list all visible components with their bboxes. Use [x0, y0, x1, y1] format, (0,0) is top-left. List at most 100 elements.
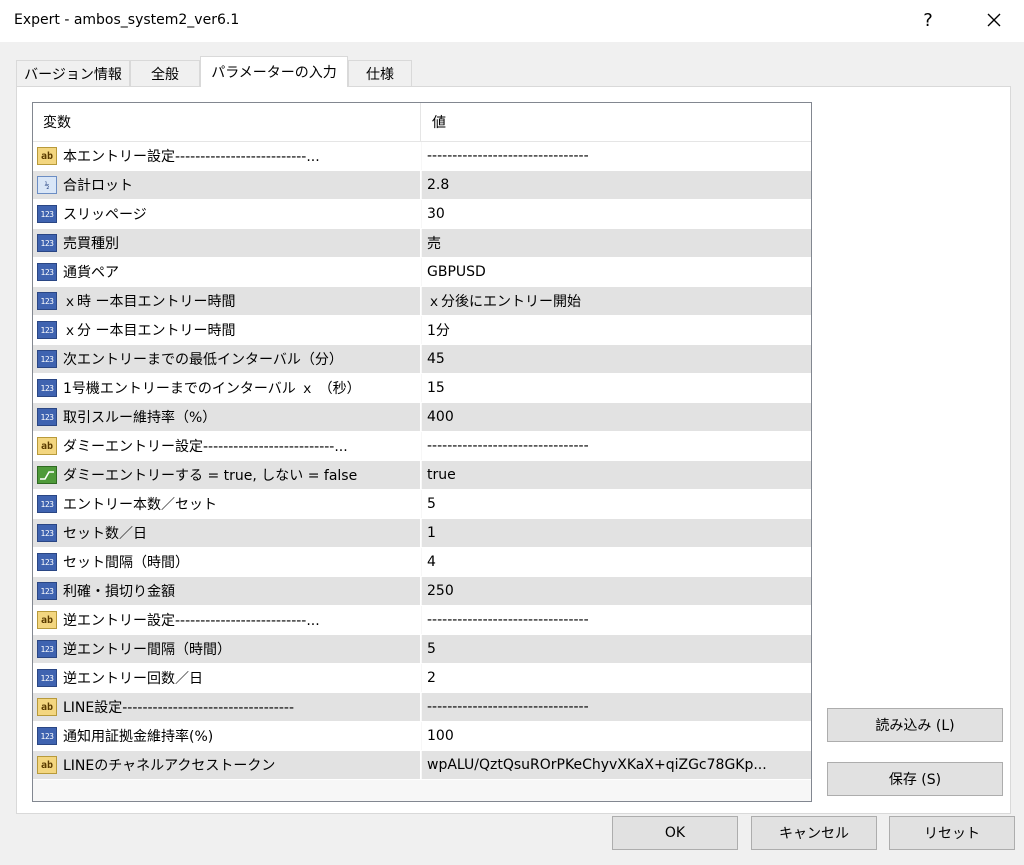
table-row[interactable]: 123 逆エントリー間隔（時間） 5: [33, 635, 811, 664]
close-icon: [987, 13, 1001, 27]
variable-name: 逆エントリー回数／日: [63, 671, 203, 687]
close-button[interactable]: [972, 4, 1016, 36]
variable-cell: 123 セット数／日: [33, 519, 421, 547]
variable-name: スリッページ: [63, 207, 147, 223]
integer-type-icon: 123: [37, 582, 57, 600]
tab-version-info[interactable]: バージョン情報: [16, 60, 130, 86]
variable-cell: ab 逆エントリー設定--------------------------...: [33, 606, 421, 634]
variable-name: 利確・損切り金額: [63, 584, 175, 600]
table-row[interactable]: ダミーエントリーする = true, しない = false true: [33, 461, 811, 490]
value-cell[interactable]: 30: [422, 200, 811, 228]
variable-cell: 123 スリッページ: [33, 200, 421, 228]
value-cell[interactable]: 100: [422, 722, 811, 750]
value-cell[interactable]: --------------------------------: [422, 432, 811, 460]
tab-specification[interactable]: 仕様: [348, 60, 412, 86]
boolean-type-icon: [37, 466, 57, 484]
value-cell[interactable]: --------------------------------: [422, 606, 811, 634]
variable-name: セット間隔（時間）: [63, 555, 189, 571]
value-cell[interactable]: --------------------------------: [422, 693, 811, 721]
variable-cell: 123 通知用証拠金維持率(%): [33, 722, 421, 750]
value-cell[interactable]: 1分: [422, 316, 811, 344]
variable-name: ｘ分 ー本目エントリー時間: [63, 323, 236, 339]
table-row[interactable]: 123 エントリー本数／セット 5: [33, 490, 811, 519]
table-row[interactable]: 123 通貨ペア GBPUSD: [33, 258, 811, 287]
table-row[interactable]: 123 スリッページ 30: [33, 200, 811, 229]
table-row[interactable]: 123 セット数／日 1: [33, 519, 811, 548]
variable-cell: ab LINEのチャネルアクセストークン: [33, 751, 421, 779]
double-type-icon: ½: [37, 176, 57, 194]
save-button[interactable]: 保存 (S): [827, 762, 1003, 796]
integer-type-icon: 123: [37, 379, 57, 397]
variable-name: 売買種別: [63, 236, 119, 252]
table-row[interactable]: 123 次エントリーまでの最低インターバル（分） 45: [33, 345, 811, 374]
value-cell[interactable]: 売: [422, 229, 811, 257]
table-row[interactable]: ab LINEのチャネルアクセストークン wpALU/QztQsuROrPKeChy…: [33, 751, 811, 780]
value-cell[interactable]: 5: [422, 635, 811, 663]
variable-cell: 123 1号機エントリーまでのインターバル ｘ （秒）: [33, 374, 421, 402]
variable-name: 逆エントリー設定--------------------------...: [63, 613, 320, 629]
integer-type-icon: 123: [37, 234, 57, 252]
window-title: Expert - ambos_system2_ver6.1: [14, 12, 240, 28]
grid-header: 変数 値: [33, 103, 811, 142]
reset-button[interactable]: リセット: [889, 816, 1015, 850]
parameter-grid[interactable]: 変数 値 ab 本エントリー設定-------------------------…: [32, 102, 812, 802]
value-cell[interactable]: GBPUSD: [422, 258, 811, 286]
value-cell[interactable]: --------------------------------: [422, 142, 811, 170]
variable-cell: 123 通貨ペア: [33, 258, 421, 286]
cancel-button[interactable]: キャンセル: [751, 816, 877, 850]
ok-button[interactable]: OK: [612, 816, 738, 850]
table-row[interactable]: ab 逆エントリー設定--------------------------... -…: [33, 606, 811, 635]
table-row[interactable]: 123 売買種別 売: [33, 229, 811, 258]
value-cell[interactable]: 15: [422, 374, 811, 402]
value-cell[interactable]: 400: [422, 403, 811, 431]
value-cell[interactable]: 1: [422, 519, 811, 547]
table-row[interactable]: 123 ｘ分 ー本目エントリー時間 1分: [33, 316, 811, 345]
variable-name: 合計ロット: [63, 178, 133, 194]
column-header-value[interactable]: 値: [422, 103, 811, 141]
string-type-icon: ab: [37, 147, 57, 165]
table-row[interactable]: 123 1号機エントリーまでのインターバル ｘ （秒） 15: [33, 374, 811, 403]
variable-cell: ab LINE設定--------------------------------…: [33, 693, 421, 721]
integer-type-icon: 123: [37, 553, 57, 571]
table-row[interactable]: 123 ｘ時 ー本目エントリー時間 ｘ分後にエントリー開始: [33, 287, 811, 316]
variable-cell: 123 逆エントリー回数／日: [33, 664, 421, 692]
variable-name: 通知用証拠金維持率(%): [63, 729, 214, 745]
value-cell[interactable]: 5: [422, 490, 811, 518]
variable-cell: ab ダミーエントリー設定--------------------------..…: [33, 432, 421, 460]
column-header-variable[interactable]: 変数: [33, 103, 421, 141]
table-row[interactable]: 123 利確・損切り金額 250: [33, 577, 811, 606]
tab-general[interactable]: 全般: [130, 60, 200, 86]
table-row[interactable]: 123 取引スルー維持率（%） 400: [33, 403, 811, 432]
integer-type-icon: 123: [37, 669, 57, 687]
variable-cell: 123 売買種別: [33, 229, 421, 257]
load-button[interactable]: 読み込み (L): [827, 708, 1003, 742]
help-button[interactable]: ?: [908, 4, 948, 36]
table-row[interactable]: 123 セット間隔（時間） 4: [33, 548, 811, 577]
value-cell[interactable]: true: [422, 461, 811, 489]
value-cell[interactable]: ｘ分後にエントリー開始: [422, 287, 811, 315]
integer-type-icon: 123: [37, 640, 57, 658]
variable-name: 逆エントリー間隔（時間）: [63, 642, 231, 658]
variable-name: 1号機エントリーまでのインターバル ｘ （秒）: [63, 381, 361, 397]
value-cell[interactable]: 2.8: [422, 171, 811, 199]
variable-name: ダミーエントリーする = true, しない = false: [63, 468, 358, 484]
table-row[interactable]: ab ダミーエントリー設定--------------------------..…: [33, 432, 811, 461]
table-row[interactable]: ab LINE設定--------------------------------…: [33, 693, 811, 722]
value-cell[interactable]: wpALU/QztQsuROrPKeChyvXKaX+qiZGc78GKp...: [422, 751, 811, 779]
table-row[interactable]: 123 通知用証拠金維持率(%) 100: [33, 722, 811, 751]
variable-name: LINE設定----------------------------------: [63, 700, 295, 716]
table-row[interactable]: ab 本エントリー設定--------------------------... -…: [33, 142, 811, 171]
variable-cell: 123 利確・損切り金額: [33, 577, 421, 605]
table-row[interactable]: 123 逆エントリー回数／日 2: [33, 664, 811, 693]
value-cell[interactable]: 2: [422, 664, 811, 692]
variable-name: セット数／日: [63, 526, 147, 542]
tab-parameters[interactable]: パラメーターの入力: [200, 56, 348, 87]
string-type-icon: ab: [37, 611, 57, 629]
value-cell[interactable]: 250: [422, 577, 811, 605]
variable-cell: ダミーエントリーする = true, しない = false: [33, 461, 421, 489]
value-cell[interactable]: 45: [422, 345, 811, 373]
table-row[interactable]: ½ 合計ロット 2.8: [33, 171, 811, 200]
grid-rows: ab 本エントリー設定--------------------------... -…: [33, 142, 811, 780]
value-cell[interactable]: 4: [422, 548, 811, 576]
variable-name: ｘ時 ー本目エントリー時間: [63, 294, 236, 310]
